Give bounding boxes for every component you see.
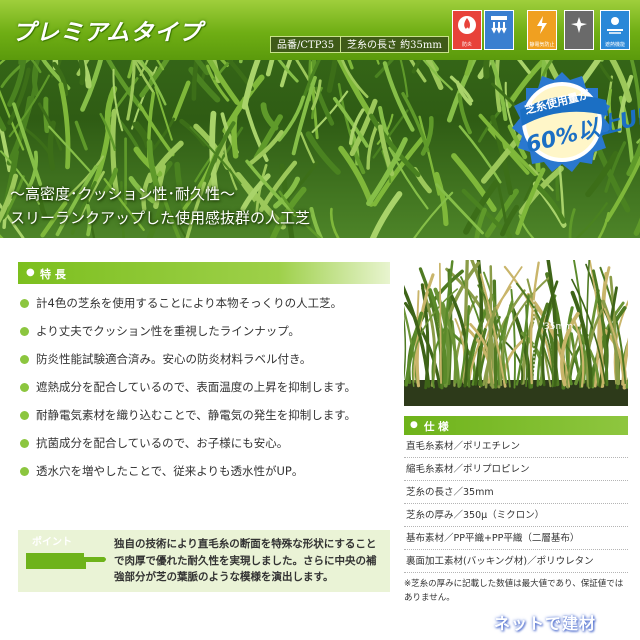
list-item: 透水穴を増やしたことで、従来よりも透水性がUP。 [20, 462, 390, 481]
point-callout: ポイント 独自の技術により直毛糸の断面を特殊な形状にすることで肉厚で優れた耐久性… [18, 530, 390, 592]
spec-row: 芝糸の厚み／350μ（ミクロン） [404, 505, 628, 527]
spec-footnote: ※芝糸の厚みに記載した数値は最大値であり、保証値ではありません。 [404, 579, 624, 603]
specs-heading-bar: ● 仕 様 [404, 416, 628, 435]
antibacterial-icon [564, 10, 594, 50]
point-text: 独自の技術により直毛糸の断面を特殊な形状にすることで肉厚で優れた耐久性を実現しま… [114, 538, 377, 583]
bullet-icon: ● [26, 267, 35, 278]
page-title: プレミアムタイプ [12, 20, 203, 46]
drainage-icon [484, 10, 514, 50]
pile-height-label: 35mm [544, 322, 573, 332]
spec-row: 縮毛糸素材／ポリプロピレン [404, 459, 628, 481]
list-item: 耐静電気素材を織り込むことで、静電気の発生を抑制します。 [20, 406, 390, 425]
bullet-icon: ● [410, 420, 418, 430]
spec-row: 芝糸の長さ／35mm [404, 482, 628, 504]
bullet-icon [20, 383, 29, 392]
bullet-icon [20, 467, 29, 476]
feature-list: 計4色の芝糸を使用することにより本物そっくりの人工芝。 より丈夫でクッション性を… [20, 294, 390, 490]
features-heading-bar: ● 特 長 [18, 262, 390, 284]
spec-row: 直毛糸素材／ポリエチレン [404, 436, 628, 458]
pointing-hand-icon [26, 553, 106, 569]
specs-heading: 仕 様 [424, 421, 449, 433]
fire-resistant-icon: 防炎 [452, 10, 482, 50]
bullet-icon [20, 327, 29, 336]
usage-increase-badge: 芝糸使用量が 60%以上UP [510, 70, 640, 174]
list-item: 防炎性能試験適合済み。安心の防炎材料ラベル付き。 [20, 350, 390, 369]
watermark-logo: ネットで建材 [494, 614, 597, 633]
bullet-icon [20, 439, 29, 448]
list-item: 遮熱成分を配合しているので、表面温度の上昇を抑制します。 [20, 378, 390, 397]
spec-row: 裏面加工素材(バッキング材)／ポリウレタン [404, 551, 628, 573]
list-item: より丈夫でクッション性を重視したラインナップ。 [20, 322, 390, 341]
spec-row: 基布素材／PP平織+PP平織（二層基布） [404, 528, 628, 550]
point-label: ポイント [32, 537, 72, 548]
heat-shield-icon: 遮熱機能 [600, 10, 630, 50]
hero-headline: スリーランクアップした使用感抜群の人工芝 [10, 209, 311, 227]
features-heading: 特 長 [40, 268, 66, 281]
list-item: 計4色の芝糸を使用することにより本物そっくりの人工芝。 [20, 294, 390, 313]
list-item: 抗菌成分を配合しているので、お子様にも安心。 [20, 434, 390, 453]
grass-closeup-photo: 35mm [404, 260, 628, 406]
pile-length-badge: 芝糸の長さ 約35mm [340, 36, 449, 53]
hero-tagline: ～高密度･クッション性･耐久性～ [10, 185, 236, 203]
hero-banner: プレミアムタイプ 品番/CTP35 芝糸の長さ 約35mm 防炎 静電気防止 遮… [0, 0, 640, 238]
product-code-badge: 品番/CTP35 [270, 36, 342, 53]
bullet-icon [20, 299, 29, 308]
bullet-icon [20, 411, 29, 420]
antistatic-icon: 静電気防止 [527, 10, 557, 50]
bullet-icon [20, 355, 29, 364]
